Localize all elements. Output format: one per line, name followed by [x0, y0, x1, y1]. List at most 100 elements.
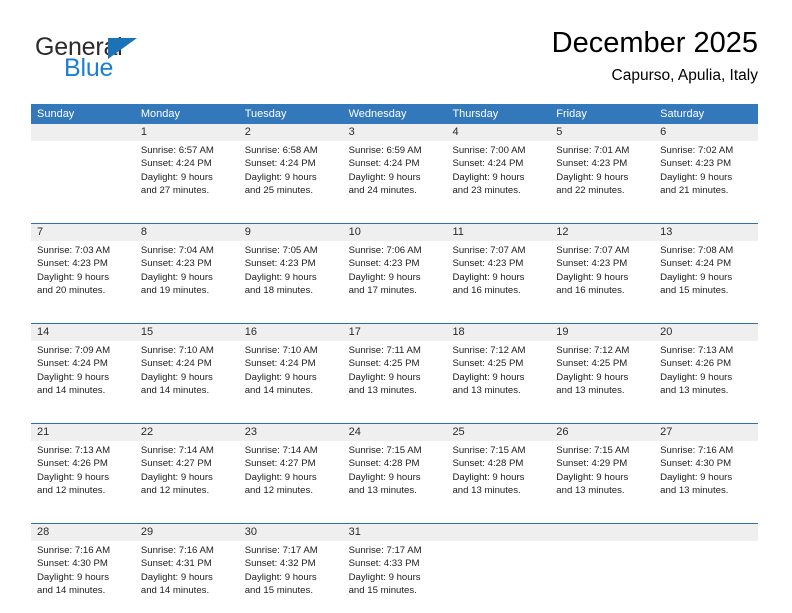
- day-sun-info: Sunrise: 7:04 AM Sunset: 4:23 PM Daylight:…: [135, 241, 239, 298]
- weekday-header-row: Sunday Monday Tuesday Wednesday Thursday…: [31, 104, 758, 124]
- day-sunset-text: Sunset: 4:23 PM: [140, 258, 212, 270]
- day-sun-info: Sunrise: 7:16 AM Sunset: 4:30 PM Daylight:…: [654, 441, 758, 498]
- day-daylight-2-text: and 22 minutes.: [556, 185, 625, 197]
- calendar-day-cell[interactable]: 1 Sunrise: 6:57 AM Sunset: 4:24 PM Daylight…: [134, 124, 239, 213]
- day-number: 25: [446, 424, 551, 441]
- day-sunset-text: Sunset: 4:23 PM: [660, 158, 732, 170]
- day-sunrise-text: Sunrise: 7:12 AM: [556, 345, 630, 356]
- day-sunset-text: Sunset: 4:24 PM: [140, 358, 212, 370]
- day-daylight-2-text: and 23 minutes.: [452, 185, 521, 197]
- calendar-day-cell[interactable]: 28 Sunrise: 7:16 AM Sunset: 4:30 PM Dayligh…: [31, 524, 135, 613]
- calendar-day-cell[interactable]: 4 Sunrise: 7:00 AM Sunset: 4:24 PM Daylight…: [446, 124, 551, 213]
- calendar-day-cell[interactable]: 24 Sunrise: 7:15 AM Sunset: 4:28 PM Dayligh…: [342, 424, 447, 513]
- day-sunrise-text: Sunrise: 7:01 AM: [556, 145, 630, 156]
- calendar-day-cell[interactable]: 19 Sunrise: 7:12 AM Sunset: 4:25 PM Dayligh…: [550, 324, 655, 413]
- day-sunrise-text: Sunrise: 6:58 AM: [244, 145, 318, 156]
- day-sunset-text: Sunset: 4:24 PM: [660, 258, 732, 270]
- calendar-day-cell[interactable]: 21 Sunrise: 7:13 AM Sunset: 4:26 PM Dayligh…: [31, 424, 135, 513]
- day-daylight-1-text: Daylight: 9 hours: [140, 171, 213, 183]
- day-sun-info: Sunrise: 7:15 AM Sunset: 4:28 PM Daylight:…: [343, 441, 447, 498]
- day-number: 23: [238, 424, 343, 441]
- calendar-day-cell-empty: [654, 524, 759, 613]
- calendar-day-cell[interactable]: 12 Sunrise: 7:07 AM Sunset: 4:23 PM Dayligh…: [550, 224, 655, 313]
- calendar-day-cell[interactable]: 18 Sunrise: 7:12 AM Sunset: 4:25 PM Dayligh…: [446, 324, 551, 413]
- day-sunset-text: Sunset: 4:27 PM: [140, 458, 212, 470]
- calendar-day-cell[interactable]: 13 Sunrise: 7:08 AM Sunset: 4:24 PM Dayligh…: [654, 224, 759, 313]
- day-daylight-2-text: and 12 minutes.: [244, 485, 313, 497]
- day-sunset-text: Sunset: 4:27 PM: [244, 458, 316, 470]
- day-sunset-text: Sunset: 4:23 PM: [556, 158, 628, 170]
- calendar-day-cell[interactable]: 27 Sunrise: 7:16 AM Sunset: 4:30 PM Dayligh…: [654, 424, 759, 513]
- day-number: 14: [31, 324, 135, 341]
- day-sunrise-text: Sunrise: 7:17 AM: [348, 545, 422, 556]
- day-daylight-1-text: Daylight: 9 hours: [452, 271, 525, 283]
- day-number: 5: [550, 124, 655, 141]
- calendar-day-cell[interactable]: 8 Sunrise: 7:04 AM Sunset: 4:23 PM Daylight…: [134, 224, 239, 313]
- day-daylight-1-text: Daylight: 9 hours: [140, 571, 213, 583]
- day-number: 17: [342, 324, 447, 341]
- day-sunset-text: Sunset: 4:24 PM: [140, 158, 212, 170]
- day-daylight-1-text: Daylight: 9 hours: [660, 171, 733, 183]
- day-daylight-2-text: and 20 minutes.: [37, 285, 106, 297]
- calendar-day-cell[interactable]: 2 Sunrise: 6:58 AM Sunset: 4:24 PM Daylight…: [238, 124, 343, 213]
- day-sunset-text: Sunset: 4:28 PM: [348, 458, 420, 470]
- day-daylight-2-text: and 13 minutes.: [452, 485, 521, 497]
- day-daylight-1-text: Daylight: 9 hours: [37, 371, 109, 383]
- day-sun-info: Sunrise: 7:15 AM Sunset: 4:29 PM Daylight:…: [550, 441, 654, 498]
- day-daylight-2-text: and 24 minutes.: [348, 185, 417, 197]
- calendar-day-cell[interactable]: 14 Sunrise: 7:09 AM Sunset: 4:24 PM Dayligh…: [31, 324, 135, 413]
- week-spacer: [31, 513, 758, 523]
- day-sunrise-text: Sunrise: 7:03 AM: [37, 245, 111, 256]
- day-sun-info: Sunrise: 7:00 AM Sunset: 4:24 PM Daylight:…: [446, 141, 550, 198]
- day-number: 20: [654, 324, 759, 341]
- calendar-day-cell[interactable]: 3 Sunrise: 6:59 AM Sunset: 4:24 PM Daylight…: [342, 124, 447, 213]
- logo-text-blue: Blue: [64, 54, 114, 82]
- calendar-day-cell[interactable]: 29 Sunrise: 7:16 AM Sunset: 4:31 PM Dayligh…: [134, 524, 239, 613]
- day-sunset-text: Sunset: 4:31 PM: [140, 558, 212, 570]
- calendar-day-cell[interactable]: 7 Sunrise: 7:03 AM Sunset: 4:23 PM Daylight…: [31, 224, 135, 313]
- day-sun-info: Sunrise: 7:02 AM Sunset: 4:23 PM Daylight:…: [654, 141, 758, 198]
- week-spacer: [31, 413, 758, 423]
- day-daylight-2-text: and 14 minutes.: [244, 385, 313, 397]
- day-sunset-text: Sunset: 4:29 PM: [556, 458, 628, 470]
- day-sunrise-text: Sunrise: 7:13 AM: [660, 345, 734, 356]
- day-sun-info: Sunrise: 7:03 AM Sunset: 4:23 PM Daylight:…: [31, 241, 135, 298]
- calendar-day-cell[interactable]: 26 Sunrise: 7:15 AM Sunset: 4:29 PM Dayligh…: [550, 424, 655, 513]
- day-daylight-2-text: and 16 minutes.: [556, 285, 625, 297]
- day-number: 16: [238, 324, 343, 341]
- day-sunrise-text: Sunrise: 7:10 AM: [140, 345, 214, 356]
- day-sunset-text: Sunset: 4:32 PM: [244, 558, 316, 570]
- calendar-day-cell[interactable]: 20 Sunrise: 7:13 AM Sunset: 4:26 PM Dayligh…: [654, 324, 759, 413]
- calendar-day-cell[interactable]: 22 Sunrise: 7:14 AM Sunset: 4:27 PM Dayligh…: [134, 424, 239, 513]
- calendar-day-cell[interactable]: 15 Sunrise: 7:10 AM Sunset: 4:24 PM Dayligh…: [134, 324, 239, 413]
- day-sun-info: Sunrise: 7:09 AM Sunset: 4:24 PM Daylight:…: [31, 341, 135, 398]
- calendar-day-cell[interactable]: 5 Sunrise: 7:01 AM Sunset: 4:23 PM Daylight…: [550, 124, 655, 213]
- calendar-day-cell[interactable]: 30 Sunrise: 7:17 AM Sunset: 4:32 PM Dayligh…: [238, 524, 343, 613]
- day-sun-info: Sunrise: 7:16 AM Sunset: 4:30 PM Daylight:…: [31, 541, 135, 598]
- calendar-page: General Blue December 2025 Capurso, Apul…: [0, 0, 792, 613]
- calendar-day-cell[interactable]: 16 Sunrise: 7:10 AM Sunset: 4:24 PM Dayligh…: [238, 324, 343, 413]
- day-number: 10: [342, 224, 447, 241]
- day-daylight-1-text: Daylight: 9 hours: [660, 371, 733, 383]
- calendar-day-cell[interactable]: 31 Sunrise: 7:17 AM Sunset: 4:33 PM Dayligh…: [342, 524, 447, 613]
- day-daylight-2-text: and 15 minutes.: [244, 585, 313, 597]
- page-subtitle: Capurso, Apulia, Italy: [611, 67, 758, 84]
- calendar-day-cell[interactable]: 9 Sunrise: 7:05 AM Sunset: 4:23 PM Daylight…: [238, 224, 343, 313]
- calendar-day-cell[interactable]: 11 Sunrise: 7:07 AM Sunset: 4:23 PM Dayligh…: [446, 224, 551, 313]
- calendar-day-cell[interactable]: 6 Sunrise: 7:02 AM Sunset: 4:23 PM Daylight…: [654, 124, 759, 213]
- day-sun-info: Sunrise: 7:10 AM Sunset: 4:24 PM Daylight:…: [239, 341, 343, 398]
- calendar-day-cell[interactable]: 10 Sunrise: 7:06 AM Sunset: 4:23 PM Dayligh…: [342, 224, 447, 313]
- day-sunset-text: Sunset: 4:23 PM: [452, 258, 524, 270]
- day-number: 11: [446, 224, 551, 241]
- day-daylight-1-text: Daylight: 9 hours: [140, 471, 213, 483]
- calendar-day-cell[interactable]: 17 Sunrise: 7:11 AM Sunset: 4:25 PM Dayligh…: [342, 324, 447, 413]
- calendar-day-cell[interactable]: 25 Sunrise: 7:15 AM Sunset: 4:28 PM Dayligh…: [446, 424, 551, 513]
- day-sunrise-text: Sunrise: 7:07 AM: [556, 245, 630, 256]
- day-sun-info: Sunrise: 6:58 AM Sunset: 4:24 PM Daylight:…: [239, 141, 343, 198]
- day-daylight-2-text: and 13 minutes.: [452, 385, 521, 397]
- day-sun-info: Sunrise: 7:06 AM Sunset: 4:23 PM Daylight:…: [343, 241, 447, 298]
- day-sunset-text: Sunset: 4:25 PM: [556, 358, 628, 370]
- calendar-day-cell[interactable]: 23 Sunrise: 7:14 AM Sunset: 4:27 PM Dayligh…: [238, 424, 343, 513]
- day-daylight-1-text: Daylight: 9 hours: [660, 471, 733, 483]
- day-number: 1: [134, 124, 239, 141]
